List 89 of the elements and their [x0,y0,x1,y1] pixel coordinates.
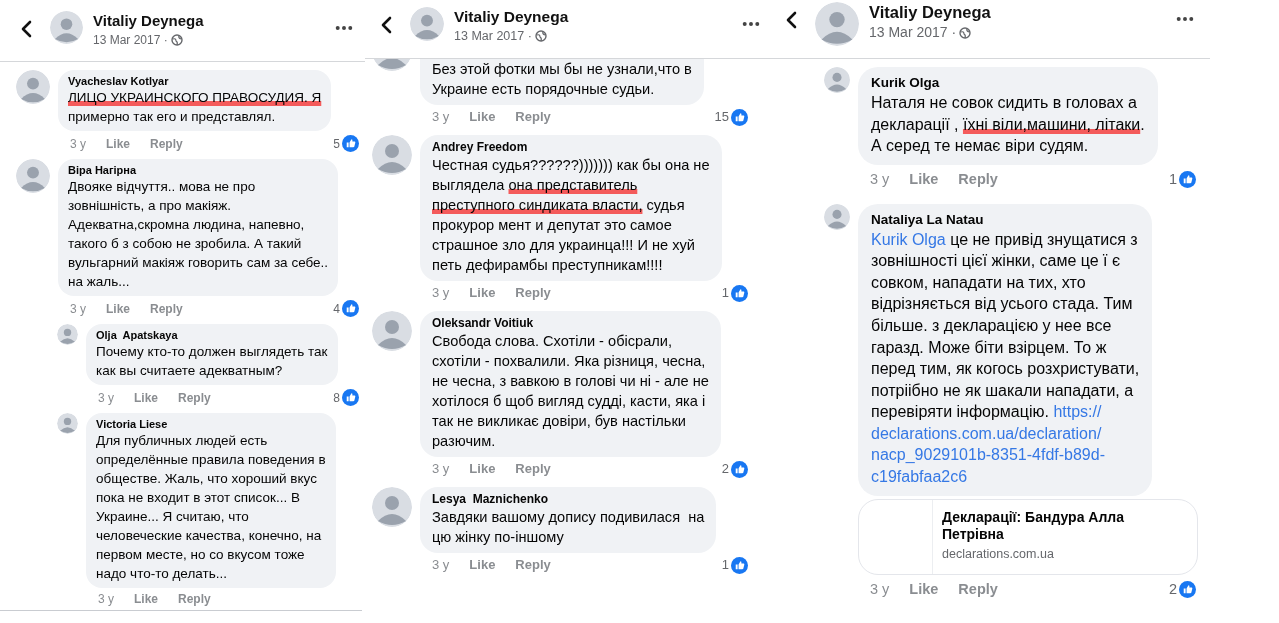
author-name[interactable]: Vitaliy Deynega [454,7,734,27]
commenter-name[interactable]: Віра Нагірна [68,163,329,177]
reply-link[interactable]: Reply [515,557,551,574]
link[interactable]: nacp_9029101b-8351-4fdf-b89d- [871,446,1105,464]
link[interactable]: https:// [1053,403,1102,421]
link-title: Декларації: Бандура Алла Петрівна [942,509,1124,544]
reply-link[interactable]: Reply [178,592,211,606]
reply-link[interactable]: Reply [515,109,551,126]
commenter-name[interactable]: Oleksandr Voitiuk [432,315,709,331]
like-link[interactable]: Like [909,168,939,191]
like-reaction-icon [1179,171,1196,189]
comment-age: 3 y [70,301,86,316]
comment-age: 3 y [98,390,114,405]
reaction-count[interactable]: 1 [721,285,729,302]
reaction-count[interactable]: 4 [333,301,340,316]
post-date: 13 Mar 2017 · [454,28,532,45]
comment-age: 3 y [870,169,890,189]
comment-age: 3 y [98,592,114,606]
comment-text: Почему кто-то должен выглядеть так как вы считаете адекватным? [96,343,328,380]
back-icon[interactable] [380,16,392,34]
like-reaction-icon [342,300,359,317]
more-icon[interactable] [1176,16,1194,22]
like-reaction-icon [342,135,359,152]
globe-icon [170,34,183,46]
like-reaction-icon [731,108,748,126]
commenter-name[interactable]: Victoria Liese [96,417,326,431]
comment-text: Для публичных людей есть определённые правила поведения в обществе. Жаль, что хороший вкус пока не входит в этот список... В Украине... Я считаю, что человеческие качества, конечно, на первом месте, но со вкусом тоже надо что-то делать... [96,432,326,583]
commenter-name[interactable]: Andrey Freedom [432,139,710,155]
comment-text: Завдяки вашому допису подивилася на цю жінку по-іншому [432,507,705,547]
more-icon[interactable] [335,25,353,31]
like-link[interactable]: Like [469,285,496,302]
commenter-name[interactable]: Kurik Olga [871,74,1145,92]
comment-text: Наталя не совок сидить в головах а декларації , їхні віли,машини, літаки. А серед те немає віри судям. [871,93,1145,157]
reply-link[interactable]: Reply [150,301,183,316]
commenter-name[interactable]: Nataliya La Natau [871,210,1140,229]
reply-link[interactable]: Reply [178,390,211,405]
back-icon[interactable] [785,11,797,29]
post-date: 13 Mar 2017 · [869,23,957,42]
like-link[interactable]: Like [134,390,159,405]
like-link[interactable]: Like [106,301,131,316]
comment-text: Без этой фотки мы бы не узнали,что в Украине есть порядочные судьи. [432,59,692,99]
author-name[interactable]: Vitaliy Deynega [93,11,327,31]
comment-age: 3 y [432,285,450,302]
reply-link[interactable]: Reply [958,168,998,191]
like-link[interactable]: Like [469,109,496,126]
reaction-count[interactable]: 5 [333,136,340,151]
globe-icon [534,30,547,43]
like-reaction-icon [731,556,748,574]
like-reaction-icon [731,284,748,302]
like-reaction-icon [1179,581,1196,599]
commenter-name[interactable]: Lesya Maznichenko [432,491,705,507]
comment-age: 3 y [432,109,450,126]
reply-link[interactable]: Reply [515,461,551,478]
comment-age: 3 y [870,579,890,599]
like-reaction-icon [731,460,748,478]
globe-icon [959,26,972,39]
more-icon[interactable] [742,21,760,27]
reaction-count[interactable]: 2 [1168,578,1177,601]
link-preview-card[interactable]: Декларації: Бандура Алла Петрівна declarations.com.ua [858,498,1198,575]
commenter-name[interactable]: Vyacheslav Kotlyar [68,74,322,88]
like-link[interactable]: Like [469,557,496,574]
link[interactable]: declarations.com.ua/declaration/ [871,424,1102,442]
reaction-count[interactable]: 1 [1168,168,1177,191]
like-link[interactable]: Like [134,592,159,606]
post-date: 13 Mar 2017 · [93,32,168,49]
comment-text: Честная судья??????))))))) как бы она не выглядела она представитель преступного синдиката власти, судья прокурор мент и депутат это самое страшное зло для украинца!!! И не хуй петь дефирамбы преступникам!!!! [432,155,710,275]
mention-link[interactable]: Kurik Olga [871,230,946,248]
comment-text: Свобода слова. Схотіли - обісрали, схотіли - похвалили. Яка різниця, чесна, не чесна, з вавкою в голові чи ні - але не хотілося б щоб вигляд судді, касти, яка і так не викликає довіри, був настільки разючим. [432,331,709,451]
reaction-count[interactable]: 15 [714,109,729,126]
reply-link[interactable]: Reply [515,285,551,302]
comment-text: Kurik Olga це не привід знущатися з зовнішності цієї жінки, саме це ї є совком, нападати на тих, хто відрізняється від усього стада. Тим більше. з декларацією у нее все гаразд. Може біти взірцем. То ж перед тим, як когось розхристувати, потріібно не як шакали нападати, а перевіряти інформацію. https:// declarations.com.ua/declaration/ nacp_9029101b-8351-4fdf-b89d- c19fabfaa2c6 [871,229,1140,488]
reply-link[interactable]: Reply [150,136,183,151]
reply-link[interactable]: Reply [958,578,998,601]
comment-age: 3 y [432,461,450,478]
link[interactable]: c19fabfaa2c6 [871,468,968,486]
comment-age: 3 y [432,557,450,574]
reaction-count[interactable]: 2 [721,461,729,478]
like-reaction-icon [342,389,359,406]
like-link[interactable]: Like [469,461,496,478]
back-icon[interactable] [20,20,32,38]
commenter-name[interactable]: Olja Apatskaya [96,328,328,342]
comment-text: Двояке відчуття.. мова не про зовнішність, а про макіяж. Адекватна,скромна людина, напевно, такого б з собою не зробила. А такий вульгарний макіяж говорить сам за себе.. на жаль... [68,178,329,291]
like-link[interactable]: Like [909,578,939,601]
reaction-count[interactable]: 8 [333,390,340,405]
reaction-count[interactable]: 1 [721,557,729,574]
comment-age: 3 y [70,136,86,151]
like-link[interactable]: Like [106,136,131,151]
link-domain: declarations.com.ua [942,546,1055,564]
author-name[interactable]: Vitaliy Deynega [869,2,1168,22]
